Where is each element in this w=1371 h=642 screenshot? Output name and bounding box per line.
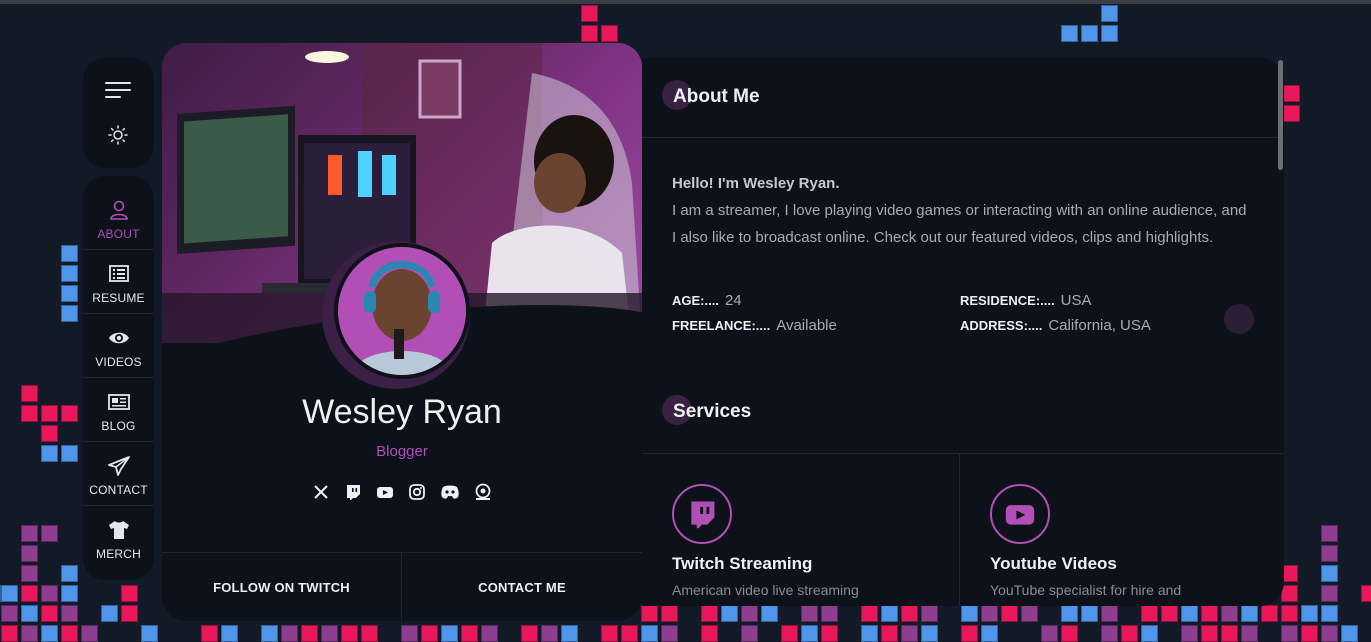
nav-label: MERCH: [96, 547, 141, 561]
follow-on-twitch-button[interactable]: FOLLOW ON TWITCH: [162, 553, 402, 621]
info-age: AGE:.... 24: [672, 292, 742, 309]
info-key: FREELANCE:....: [672, 318, 771, 333]
services-title: Services: [662, 395, 752, 425]
info-key: ADDRESS:....: [960, 318, 1043, 333]
service-title: Youtube Videos: [990, 554, 1117, 573]
service-icon-circle: [990, 484, 1050, 544]
nav-item-videos[interactable]: VIDEOS: [83, 314, 154, 378]
content-scrollbar[interactable]: [1278, 60, 1283, 170]
services-divider: [642, 453, 1284, 454]
list-icon: [108, 265, 129, 282]
nav-label: RESUME: [92, 291, 145, 305]
about-intro: Hello! I'm Wesley Ryan. I am a streamer,…: [672, 170, 1252, 251]
about-title-first: A: [673, 86, 687, 107]
x-icon[interactable]: [312, 483, 330, 501]
twitch-icon: [691, 501, 715, 529]
about-title-rest: bout Me: [686, 86, 760, 107]
profile-name: Wesley Ryan: [302, 393, 502, 431]
contact-me-button[interactable]: CONTACT ME: [402, 553, 642, 621]
paper-plane-icon: [107, 456, 130, 476]
service-icon-circle: [672, 484, 732, 544]
youtube-icon: [1005, 505, 1035, 525]
about-divider: [642, 137, 1284, 138]
nav-label: ABOUT: [97, 227, 140, 241]
user-icon: [109, 200, 128, 220]
top-controls: [83, 58, 154, 168]
social-links: [312, 483, 492, 503]
nav-item-blog[interactable]: BLOG: [83, 378, 154, 442]
services-title-rest: ervices: [685, 401, 752, 422]
profile-card: Wesley Ryan Blogger FOLLOW ON TWITCH CON…: [162, 43, 642, 621]
info-residence: RESIDENCE:.... USA: [960, 292, 1091, 309]
instagram-icon[interactable]: [408, 483, 426, 501]
nav-item-merch[interactable]: MERCH: [83, 506, 154, 570]
content-panel: About Me Hello! I'm Wesley Ryan. I am a …: [642, 58, 1284, 606]
twitch-icon[interactable]: [344, 483, 362, 501]
service-card-youtube[interactable]: Youtube Videos YouTube specialist for hi…: [990, 484, 1181, 598]
info-value: 24: [724, 292, 742, 309]
info-value: USA: [1060, 292, 1092, 309]
youtube-icon[interactable]: [376, 483, 394, 501]
steam-icon[interactable]: [474, 483, 492, 501]
nav-label: VIDEOS: [95, 355, 142, 369]
avatar: [334, 243, 470, 379]
about-hello: Hello! I'm Wesley Ryan.: [672, 175, 840, 192]
services-title-first: S: [673, 401, 686, 422]
nav-label: CONTACT: [89, 483, 148, 497]
info-value: California, USA: [1048, 317, 1151, 334]
tshirt-icon: [108, 521, 129, 539]
avatar-portrait: [338, 247, 466, 375]
about-title: About Me: [662, 80, 760, 110]
service-description: YouTube specialist for hire and: [990, 582, 1182, 598]
nav-item-about[interactable]: ABOUT: [83, 186, 154, 250]
side-navigation: ABOUT RESUME VIDEOS BLOG CONTACT MERCH: [83, 176, 154, 580]
eye-icon: [108, 332, 129, 344]
discord-icon[interactable]: [440, 483, 460, 501]
nav-label: BLOG: [101, 419, 136, 433]
info-key: RESIDENCE:....: [960, 293, 1055, 308]
info-key: AGE:....: [672, 293, 719, 308]
card-actions: FOLLOW ON TWITCH CONTACT ME: [162, 552, 642, 621]
profile-role: Blogger: [376, 443, 428, 460]
nav-item-contact[interactable]: CONTACT: [83, 442, 154, 506]
service-title: Twitch Streaming: [672, 554, 813, 573]
info-address: ADDRESS:.... California, USA: [960, 317, 1151, 334]
services-column-divider: [959, 454, 960, 606]
service-description: American video live streaming: [672, 582, 859, 598]
newspaper-icon: [107, 394, 130, 410]
hamburger-menu-icon[interactable]: [105, 82, 131, 98]
sun-icon[interactable]: [108, 125, 128, 145]
info-freelance: FREELANCE:.... Available: [672, 317, 837, 334]
decorative-dot: [1224, 304, 1254, 334]
info-value: Available: [776, 317, 837, 334]
window-top-border: [0, 0, 1371, 4]
about-text: I am a streamer, I love playing video ga…: [672, 202, 1247, 246]
service-card-twitch[interactable]: Twitch Streaming American video live str…: [672, 484, 859, 598]
nav-item-resume[interactable]: RESUME: [83, 250, 154, 314]
